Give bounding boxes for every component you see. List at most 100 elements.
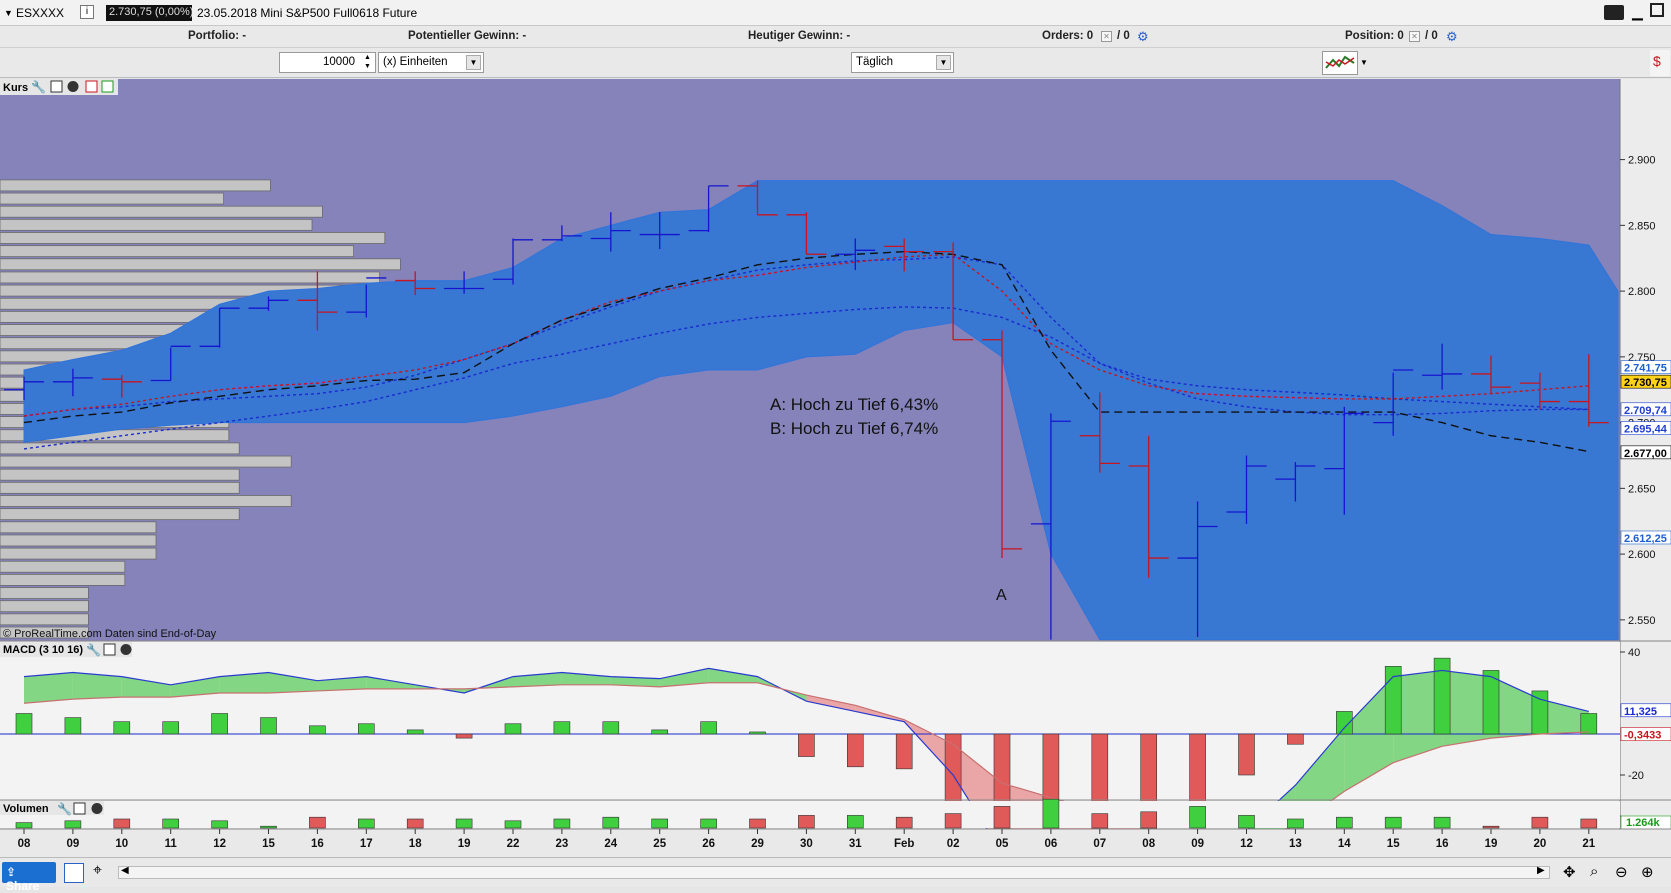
wrench-icon[interactable]: 🔧 bbox=[57, 801, 72, 816]
macd-histogram-bar bbox=[260, 717, 277, 735]
crosshair-icon[interactable]: ⌖ bbox=[93, 862, 102, 880]
date-label: 19 bbox=[458, 838, 471, 850]
move-up-icon[interactable] bbox=[101, 80, 114, 93]
volume-panel[interactable]: Volumen 🔧 1.264k bbox=[0, 798, 1671, 830]
volume-bar bbox=[749, 818, 766, 829]
point-label-a: A bbox=[996, 587, 1007, 604]
volume-bar bbox=[260, 825, 277, 829]
side-panel-toggle-icon[interactable]: $ bbox=[1650, 50, 1670, 76]
chart-type-dropdown-icon[interactable]: ▼ bbox=[1360, 58, 1368, 67]
macd-histogram-bar bbox=[406, 729, 424, 735]
macd-histogram-bar bbox=[64, 717, 82, 735]
macd-fill-segment bbox=[24, 672, 73, 704]
date-label: 17 bbox=[360, 838, 373, 850]
price-tick-label: 2.650 bbox=[1628, 483, 1656, 495]
volume-bar bbox=[895, 816, 913, 829]
date-label: 16 bbox=[311, 838, 324, 850]
volume-profile-bar bbox=[0, 600, 89, 613]
macd-histogram-bar bbox=[162, 721, 179, 735]
orders-settings-icon[interactable]: ⚙ bbox=[1137, 29, 1149, 45]
close-icon[interactable] bbox=[120, 644, 132, 655]
title-bar: ▼ ESXXXX i 2.730,75 (0,00%) 23.05.2018 M… bbox=[0, 0, 1671, 26]
date-label: 18 bbox=[409, 838, 422, 850]
window-icon[interactable] bbox=[50, 80, 63, 93]
volume-bar bbox=[944, 813, 962, 829]
horizontal-scrollbar[interactable]: ◀ ▶ bbox=[118, 865, 1550, 879]
date-label: 14 bbox=[1338, 838, 1351, 850]
date-label: 05 bbox=[996, 838, 1009, 850]
date-label: 12 bbox=[1240, 838, 1253, 850]
price-label-text: 2.612,25 bbox=[1624, 533, 1667, 545]
volume-bar bbox=[455, 818, 473, 829]
date-label: 26 bbox=[702, 838, 715, 850]
volume-bar bbox=[993, 806, 1011, 829]
date-axis[interactable]: 08 09 10 11 12 15 16 17 18 19 22 23 24 25 26 29 30 31 Feb 0… bbox=[0, 828, 1671, 857]
period-select-value: Täglich bbox=[856, 56, 894, 68]
wrench-icon[interactable]: 🔧 bbox=[31, 79, 46, 94]
volume-bar bbox=[651, 818, 669, 829]
zoom-in-icon[interactable]: ⊕ bbox=[1641, 863, 1654, 881]
window-icon[interactable] bbox=[103, 643, 116, 656]
symbol-label[interactable]: ESXXXX bbox=[16, 6, 64, 20]
volume-bar bbox=[1433, 816, 1451, 829]
chart-area[interactable]: A: Hoch zu Tief 6,43% B: Hoch zu Tief 6,… bbox=[0, 79, 1671, 857]
date-label: 08 bbox=[1142, 838, 1155, 850]
volume-bar bbox=[309, 816, 326, 829]
macd-histogram-bar bbox=[1287, 733, 1304, 745]
wrench-icon[interactable]: 🔧 bbox=[86, 642, 101, 657]
share-button[interactable]: ⇪ Share bbox=[2, 862, 56, 893]
quantity-stepper[interactable]: ▲ ▼ bbox=[361, 53, 374, 72]
info-icon[interactable]: i bbox=[80, 5, 94, 19]
volume-bar bbox=[64, 820, 82, 829]
volume-profile-bar bbox=[0, 192, 225, 205]
price-tick-label: 2.550 bbox=[1628, 615, 1656, 627]
macd-histogram-bar bbox=[1482, 670, 1500, 735]
period-select[interactable]: Täglich ▼ bbox=[851, 52, 954, 73]
volume-profile-bar bbox=[0, 245, 355, 258]
position-cancel-icon[interactable]: ✕ bbox=[1409, 31, 1420, 42]
date-label: 31 bbox=[849, 838, 862, 850]
zoom-fit-icon[interactable]: ⌕ bbox=[1590, 863, 1598, 880]
date-label: 16 bbox=[1436, 838, 1449, 850]
volume-profile-bar bbox=[0, 481, 240, 494]
position-settings-icon[interactable]: ⚙ bbox=[1446, 29, 1458, 45]
symbol-dropdown-icon[interactable]: ▼ bbox=[4, 8, 13, 18]
price-panel-title: Kurs bbox=[3, 82, 28, 94]
pan-icon[interactable]: ✥ bbox=[1563, 863, 1576, 881]
price-panel[interactable]: A: Hoch zu Tief 6,43% B: Hoch zu Tief 6,… bbox=[0, 79, 1620, 669]
zoom-out-icon[interactable]: ⊖ bbox=[1615, 863, 1628, 881]
scroll-right-icon[interactable]: ▶ bbox=[1537, 865, 1545, 876]
macd-histogram-bar bbox=[651, 729, 669, 735]
orders-cancel-icon[interactable]: ✕ bbox=[1101, 31, 1112, 42]
add-indicator-icon[interactable] bbox=[85, 80, 98, 93]
maximize-icon[interactable] bbox=[1650, 3, 1664, 17]
price-label-text: 2.709,74 bbox=[1624, 405, 1668, 417]
position-count: / 0 bbox=[1425, 30, 1438, 42]
window-icon[interactable] bbox=[73, 802, 86, 815]
close-icon[interactable] bbox=[91, 803, 103, 814]
volume-bar bbox=[602, 816, 620, 829]
price-tick-label: 2.800 bbox=[1628, 286, 1656, 298]
macd-panel-title: MACD (3 10 16) bbox=[3, 644, 83, 656]
volume-bar bbox=[1482, 825, 1500, 829]
minimize-icon[interactable]: ▁ bbox=[1632, 4, 1643, 21]
macd-histogram-bar bbox=[700, 721, 717, 735]
macd-histogram-bar bbox=[113, 721, 131, 735]
date-label: 11 bbox=[165, 838, 178, 850]
chart-type-icon[interactable] bbox=[1322, 51, 1358, 75]
price-label-text: 2.730,75 bbox=[1624, 377, 1667, 389]
close-icon[interactable] bbox=[67, 81, 79, 92]
volume-bar bbox=[553, 818, 571, 829]
volume-profile-bar bbox=[0, 232, 386, 244]
macd-tick-label: -20 bbox=[1628, 770, 1644, 782]
keyboard-icon[interactable] bbox=[1604, 5, 1624, 20]
volume-bar bbox=[1580, 818, 1598, 829]
chart-settings-icon[interactable] bbox=[64, 863, 84, 883]
unit-select[interactable]: (x) Einheiten ▼ bbox=[378, 52, 484, 73]
volume-profile-bar bbox=[0, 587, 89, 599]
volume-bar bbox=[1287, 818, 1304, 829]
chevron-down-icon: ▼ bbox=[936, 55, 951, 70]
macd-histogram-bar bbox=[1238, 733, 1255, 776]
scroll-left-icon[interactable]: ◀ bbox=[121, 865, 129, 876]
volume-profile-bar bbox=[0, 468, 240, 481]
